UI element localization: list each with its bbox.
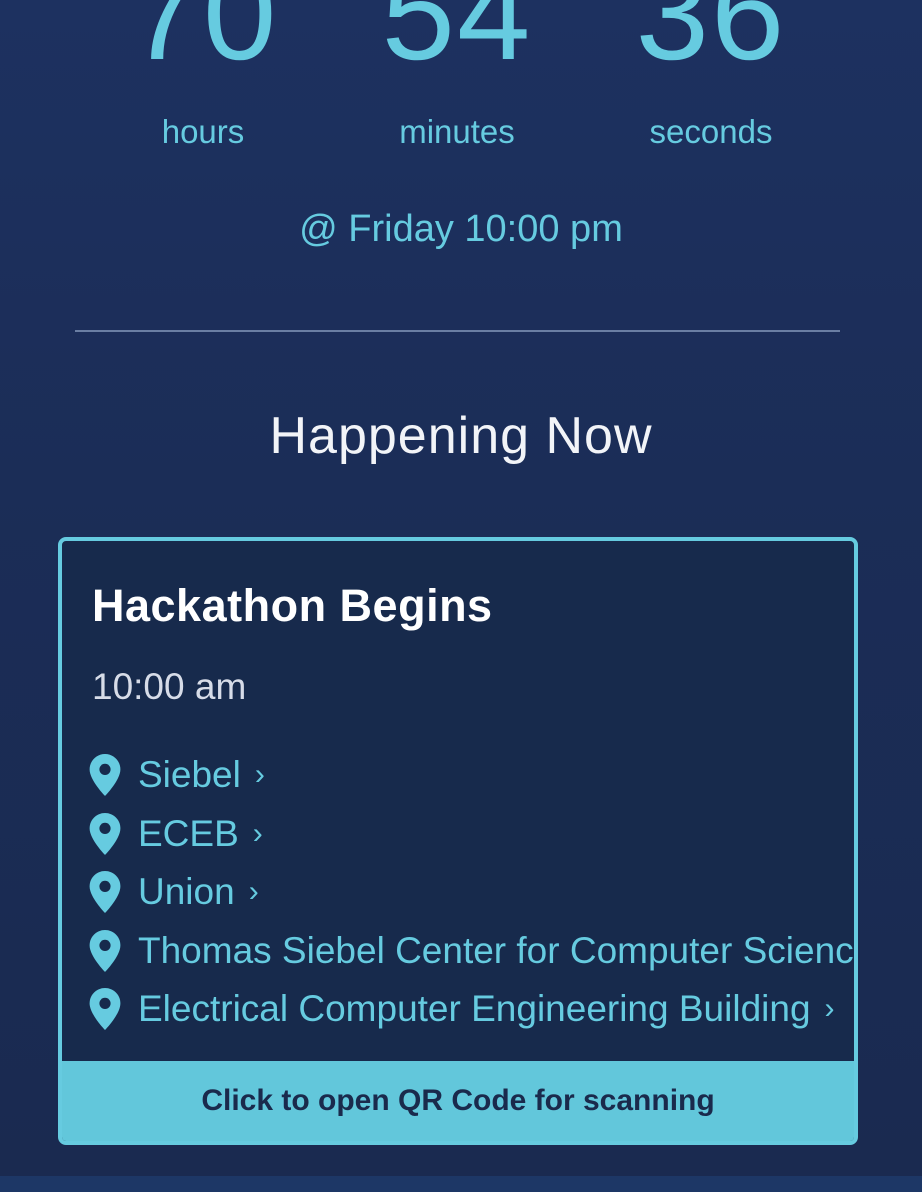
chevron-right-icon: ›: [248, 875, 259, 909]
open-qr-code-button[interactable]: Click to open QR Code for scanning: [62, 1061, 854, 1141]
location-name: Siebel: [138, 754, 241, 796]
section-divider: [75, 330, 840, 332]
countdown-target-time: @ Friday 10:00 pm: [299, 208, 623, 250]
location-link-ece-building[interactable]: Electrical Computer Engineering Building…: [88, 980, 854, 1039]
bottom-nav-edge: [0, 1176, 922, 1192]
location-name: Union: [138, 871, 235, 913]
minutes-label: minutes: [399, 113, 515, 150]
event-time: 10:00 am: [92, 666, 247, 707]
location-name: Electrical Computer Engineering Building: [138, 988, 811, 1030]
map-pin-icon: [89, 812, 121, 855]
map-pin-icon: [89, 754, 121, 797]
map-pin-icon: [89, 929, 121, 972]
event-card: Hackathon Begins 10:00 am Siebel › ECEB …: [58, 537, 858, 1145]
seconds-value: 36: [635, 0, 787, 87]
location-link-eceb[interactable]: ECEB ›: [88, 805, 854, 864]
location-link-siebel[interactable]: Siebel ›: [88, 746, 854, 805]
map-pin-icon: [89, 871, 121, 914]
hours-value: 70: [127, 0, 279, 87]
countdown-timer: 70 hours 54 minutes 36 seconds: [0, 0, 922, 160]
happening-now-heading: Happening Now: [269, 407, 653, 465]
hours-label: hours: [161, 113, 245, 150]
event-location-list: Siebel › ECEB › Union › Thomas Siebel Ce…: [88, 746, 858, 1039]
location-name: ECEB: [138, 812, 239, 854]
map-pin-icon: [89, 988, 121, 1031]
chevron-right-icon: ›: [824, 992, 835, 1026]
location-name: Thomas Siebel Center for Computer Scienc…: [138, 929, 858, 971]
location-link-union[interactable]: Union ›: [88, 863, 854, 922]
seconds-label: seconds: [649, 113, 773, 150]
chevron-right-icon: ›: [252, 816, 263, 850]
chevron-right-icon: ›: [254, 758, 265, 792]
event-title: Hackathon Begins: [92, 580, 493, 631]
location-link-thomas-siebel-center[interactable]: Thomas Siebel Center for Computer Scienc…: [88, 922, 858, 981]
minutes-value: 54: [381, 0, 533, 87]
